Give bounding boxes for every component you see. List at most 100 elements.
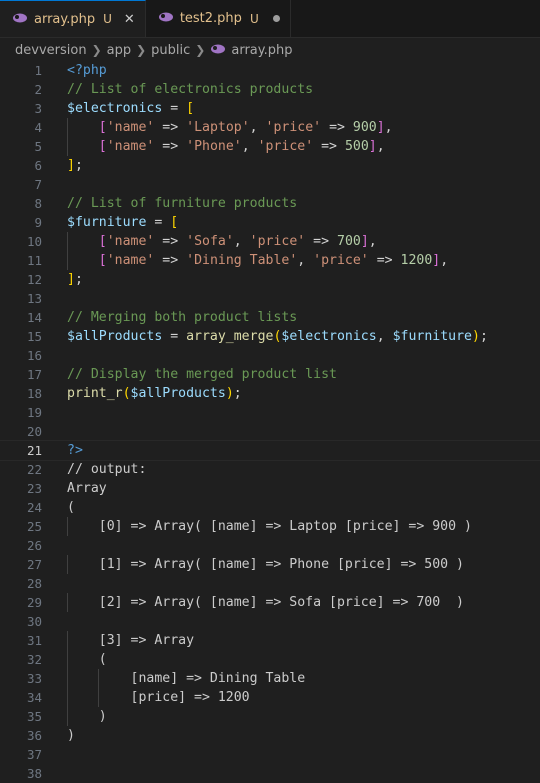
chevron-right-icon: ❯ [195,43,206,57]
code-token: , [241,139,258,154]
code-text: ( [67,650,107,669]
code-line[interactable]: 37 [0,745,540,764]
editor-tab-bar: array.php U ✕ test2.php U [0,0,540,38]
code-line[interactable]: 3 $electronics = [ [0,99,540,118]
code-token: [ [98,139,107,154]
code-line[interactable]: 34 [price] => 1200 [0,688,540,707]
line-number: 21 [26,443,42,458]
code-token: [ [98,234,107,249]
code-line[interactable]: 1 <?php [0,61,540,80]
code-line[interactable]: 29 [2] => Array( [name] => Sofa [price] … [0,593,540,612]
code-text: $allProducts = array_merge($electronics,… [67,327,488,346]
code-token: , [376,139,385,154]
line-number: 33 [26,671,42,686]
breadcrumb-item[interactable]: app [107,43,131,58]
code-token: ] [376,120,385,135]
code-line[interactable]: 38 [0,764,540,783]
code-line[interactable]: 11 ['name' => 'Dining Table', 'price' =>… [0,251,540,270]
code-line[interactable]: 5 ['name' => 'Phone', 'price' => 500], [0,137,540,156]
code-token: , [440,253,449,268]
code-line[interactable]: 30 [0,612,540,631]
line-number: 14 [26,310,42,325]
code-line[interactable]: 28 [0,574,540,593]
line-number: 8 [34,196,42,211]
php-elephant-icon [12,12,28,27]
code-line[interactable]: 20 [0,422,540,441]
line-number: 16 [26,348,42,363]
code-line[interactable]: 17 // Display the merged product list [0,365,540,384]
line-number: 4 [34,120,42,135]
tab-test2-php[interactable]: test2.php U [145,0,291,37]
code-line[interactable]: 2 // List of electronics products [0,80,540,99]
code-token: [name] => Dining Table [67,671,306,686]
breadcrumb-item[interactable]: devversion [15,43,87,58]
code-token: // Merging both product lists [67,310,298,325]
code-line[interactable]: 25 [0] => Array( [name] => Laptop [price… [0,517,540,536]
code-line[interactable]: 16 [0,346,540,365]
code-line[interactable]: 24 ( [0,498,540,517]
code-text: print_r($allProducts); [67,384,242,403]
code-line[interactable]: 18 print_r($allProducts); [0,384,540,403]
code-token: 'name' [106,139,155,154]
breadcrumb-item[interactable]: public [151,43,190,58]
code-token: = [146,215,171,230]
code-line[interactable]: 6]; [0,156,540,175]
code-line[interactable]: 8 // List of furniture products [0,194,540,213]
line-number: 3 [34,101,42,116]
line-number: 12 [26,272,42,287]
code-token: ] [360,234,369,249]
code-line[interactable]: 19 [0,403,540,422]
code-token: ) [471,329,480,344]
code-token: // List of furniture products [67,196,298,211]
code-text: // Merging both product lists [67,308,297,327]
code-line[interactable]: 7 [0,175,540,194]
code-token: 'price' [257,139,314,154]
code-line[interactable]: 10 ['name' => 'Sofa', 'price' => 700], [0,232,540,251]
line-number: 28 [26,576,42,591]
code-token: <?php [67,63,107,78]
code-token: [ [98,253,107,268]
tab-array-php[interactable]: array.php U ✕ [0,0,146,37]
code-line[interactable]: 32 ( [0,650,540,669]
line-number: 2 [34,82,42,97]
line-number: 17 [26,367,42,382]
code-token: [ [170,215,179,230]
code-line[interactable]: 36) [0,726,540,745]
code-text: $furniture = [ [67,213,178,232]
code-line[interactable]: 15 $allProducts = array_merge($electronic… [0,327,540,346]
code-line[interactable]: 23 Array [0,479,540,498]
tab-label: array.php [34,11,96,27]
line-number: 37 [26,747,42,762]
code-token: array_merge [186,329,274,344]
code-line[interactable]: 14 // Merging both product lists [0,308,540,327]
code-line[interactable]: 13 [0,289,540,308]
code-token: => [305,234,337,249]
code-line[interactable]: 12]; [0,270,540,289]
code-line[interactable]: 35 ) [0,707,540,726]
code-token: 900 [352,120,377,135]
code-token: ) [67,709,107,724]
breadcrumb-item[interactable]: array.php [231,43,292,58]
code-line[interactable]: 4 ['name' => 'Laptop', 'price' => 900], [0,118,540,137]
code-token: 'price' [265,120,322,135]
untracked-badge: U [103,12,112,26]
untracked-badge: U [249,11,259,26]
code-token: 700 [337,234,361,249]
code-line[interactable]: 31 [3] => Array [0,631,540,650]
code-token: ( [67,652,107,667]
chevron-right-icon: ❯ [91,43,102,57]
code-line[interactable]: 9 $furniture = [ [0,213,540,232]
unsaved-dot-icon[interactable] [272,15,280,22]
code-line[interactable]: 26 [0,536,540,555]
code-token: // output: [67,462,147,477]
code-text: [2] => Array( [name] => Sofa [price] => … [67,593,464,612]
code-line[interactable]: 22 // output: [0,460,540,479]
code-line[interactable]: 21 ?> [0,440,540,461]
close-icon[interactable]: ✕ [124,12,135,27]
line-number: 20 [26,424,42,439]
code-line[interactable]: 27 [1] => Array( [name] => Phone [price]… [0,555,540,574]
code-token: 'price' [313,253,369,268]
code-line[interactable]: 33 [name] => Dining Table [0,669,540,688]
line-number: 34 [26,690,42,705]
code-editor[interactable]: 1 <?php 2 // List of electronics products 3 $… [0,61,540,783]
